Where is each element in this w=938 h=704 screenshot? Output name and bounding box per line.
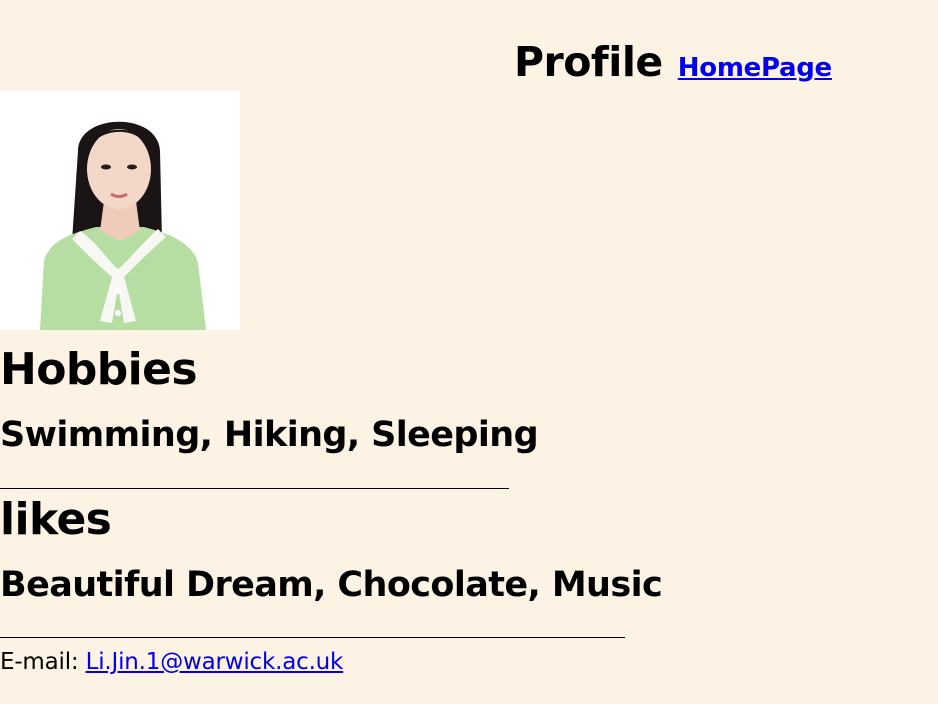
likes-heading: likes	[0, 494, 112, 545]
email-line: E-mail: Li.Jin.1@warwick.ac.uk	[0, 649, 343, 675]
profile-photo-image	[0, 91, 240, 330]
hobbies-heading: Hobbies	[0, 344, 198, 395]
hobbies-divider	[0, 488, 509, 489]
hobbies-value: Swimming, Hiking, Sleeping	[0, 415, 539, 455]
profile-photo	[0, 91, 240, 330]
page-title: Profile	[514, 38, 663, 86]
likes-divider	[0, 637, 625, 638]
email-link[interactable]: Li.Jin.1@warwick.ac.uk	[86, 649, 344, 675]
email-label: E-mail:	[0, 649, 86, 675]
page-header: Profile HomePage	[514, 38, 832, 86]
likes-value: Beautiful Dream, Chocolate, Music	[0, 565, 663, 605]
homepage-link[interactable]: HomePage	[678, 53, 832, 83]
